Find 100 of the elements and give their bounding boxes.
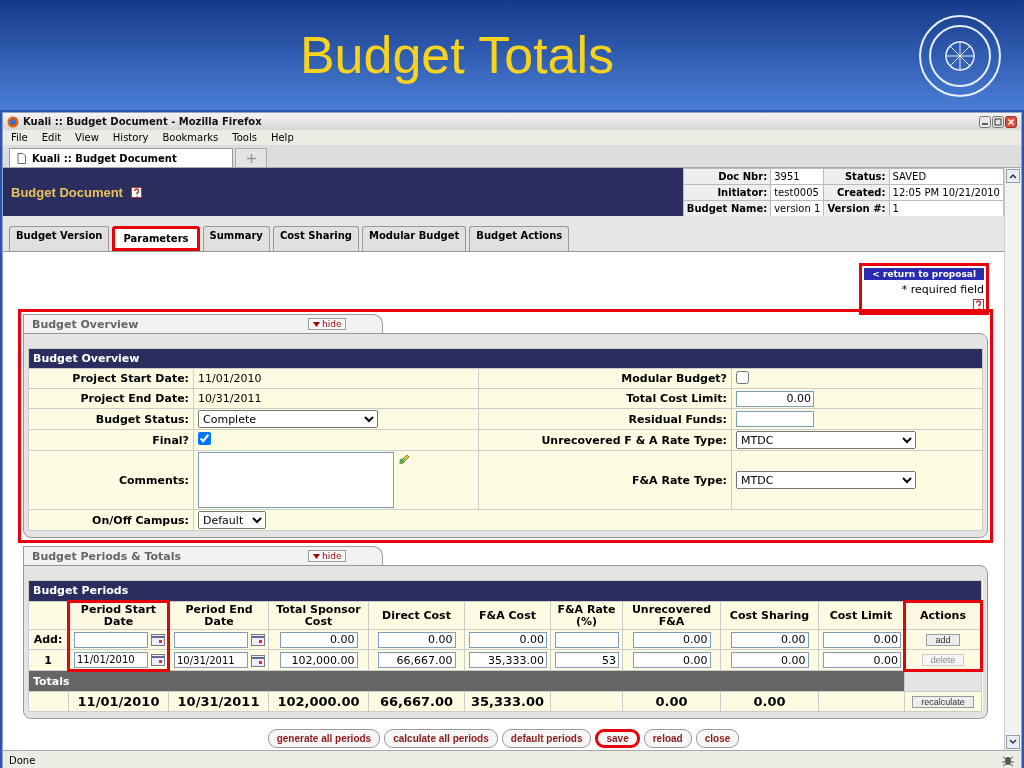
field-label: Unrecovered F & A Rate Type:	[478, 429, 732, 451]
field-label: Total Cost Limit:	[478, 388, 732, 409]
total-value: 102,000.00	[268, 691, 369, 712]
total-value: 66,667.00	[368, 691, 465, 712]
action-button[interactable]: default periods	[501, 729, 592, 749]
action-button[interactable]: generate all periods	[267, 729, 381, 749]
menu-item[interactable]: History	[112, 132, 149, 143]
calendar-icon[interactable]	[151, 634, 165, 647]
input-field[interactable]: 0.00	[730, 652, 809, 669]
recalculate-button[interactable]: recalculate	[912, 696, 974, 709]
field-label: On/Off Campus:	[28, 509, 194, 531]
total-value: 0.00	[622, 691, 721, 712]
scroll-down-icon[interactable]	[1006, 735, 1020, 749]
menu-item[interactable]: Edit	[41, 132, 62, 143]
hide-button[interactable]: hide	[308, 318, 347, 330]
dropdown[interactable]: MTDC	[736, 431, 916, 449]
input-field[interactable]: 0.00	[823, 631, 901, 648]
input-field[interactable]: 0.00	[469, 631, 547, 648]
document-title: Budget Document	[11, 184, 123, 200]
input-field[interactable]: 10/31/2011	[174, 652, 248, 669]
tab[interactable]: Budget Actions	[469, 226, 570, 251]
total-value: 35,333.00	[464, 691, 551, 712]
input-field[interactable]: 0.00	[632, 631, 711, 648]
action-button[interactable]: reload	[643, 729, 692, 749]
slide-title: Budget Totals	[299, 25, 615, 85]
info-label: Status:	[823, 168, 889, 185]
tab[interactable]: Budget Version	[9, 226, 110, 251]
column-header: F&A Rate (%)	[550, 601, 623, 630]
dropdown[interactable]: Default	[198, 511, 266, 529]
info-label: Doc Nbr:	[683, 168, 771, 185]
input-field[interactable]	[736, 411, 814, 427]
window-title: Kuali :: Budget Document - Mozilla Firefox	[23, 116, 263, 127]
help-icon[interactable]	[130, 186, 142, 198]
caret-icon	[313, 553, 320, 559]
menu-item[interactable]: Bookmarks	[162, 132, 219, 143]
tab[interactable]: Modular Budget	[362, 226, 467, 251]
menu-item[interactable]: View	[75, 132, 99, 143]
info-value: SAVED	[889, 168, 1004, 185]
table-header: Budget Periods	[28, 580, 982, 602]
calendar-icon[interactable]	[251, 654, 265, 667]
field-label: Project Start Date:	[28, 368, 194, 389]
tab[interactable]: Parameters	[112, 226, 200, 251]
total-value: 10/31/2011	[168, 691, 269, 712]
input-field[interactable]: 0.00	[279, 631, 358, 648]
input-field[interactable]: 66,667.00	[377, 652, 456, 669]
scroll-up-icon[interactable]	[1006, 169, 1020, 183]
input-field[interactable]: 0.00	[377, 631, 456, 648]
checkbox[interactable]	[198, 432, 211, 445]
pencil-icon[interactable]	[398, 452, 412, 464]
dropdown[interactable]: Complete	[198, 410, 378, 428]
input-field[interactable]	[74, 631, 148, 648]
column-header: Direct Cost	[368, 601, 465, 630]
input-field[interactable]: 0.00	[730, 631, 809, 648]
input-field[interactable]: 11/01/2010	[74, 651, 148, 668]
input-field[interactable]	[555, 631, 619, 648]
tab[interactable]: Cost Sharing	[272, 226, 360, 251]
table-header: Budget Overview	[28, 348, 983, 369]
info-value: 12:05 PM 10/21/2010	[889, 184, 1004, 201]
required-field-note: * required field	[901, 283, 984, 296]
help-icon[interactable]	[973, 299, 984, 310]
close-icon[interactable]	[1005, 115, 1017, 128]
input-field[interactable]: 53	[555, 652, 619, 669]
field-value: 11/01/2010	[193, 368, 479, 389]
checkbox[interactable]	[736, 370, 749, 384]
field-label: Final?	[28, 429, 194, 451]
input-field[interactable]	[174, 631, 248, 648]
input-field[interactable]: 0.00	[736, 390, 814, 407]
section-title: Budget Overview	[32, 317, 140, 331]
action-button[interactable]: close	[695, 729, 740, 749]
column-header: Period Start Date	[68, 601, 169, 630]
info-value: test0005	[770, 184, 824, 201]
tab[interactable]: Summary	[202, 226, 270, 251]
dropdown[interactable]: MTDC	[736, 471, 916, 489]
field-label: F&A Rate Type:	[478, 450, 732, 510]
field-label: Budget Status:	[28, 408, 194, 430]
minimize-icon[interactable]	[979, 115, 991, 128]
field-value: 10/31/2011	[193, 388, 479, 409]
input-field[interactable]: 102,000.00	[279, 652, 358, 669]
field-label: Residual Funds:	[478, 408, 732, 430]
input-field[interactable]: 0.00	[823, 652, 901, 669]
comments-field[interactable]	[198, 452, 394, 508]
return-link[interactable]: < return to proposal	[864, 268, 984, 280]
calendar-icon[interactable]	[151, 654, 165, 667]
scrollbar[interactable]	[1004, 168, 1021, 750]
maximize-icon[interactable]	[992, 115, 1004, 128]
column-header: Actions	[904, 601, 982, 630]
totals-header: Totals	[28, 670, 905, 692]
menu-item[interactable]: Tools	[232, 132, 257, 143]
input-field[interactable]: 0.00	[632, 652, 711, 669]
menu-item[interactable]: File	[11, 132, 28, 143]
column-header: Cost Sharing	[720, 601, 819, 630]
hide-button[interactable]: hide	[308, 550, 347, 562]
action-button[interactable]: save	[595, 729, 640, 749]
add-button[interactable]: add	[926, 634, 960, 647]
menu-item[interactable]: Help	[270, 132, 294, 143]
browser-tab[interactable]: Kuali :: Budget Document	[9, 148, 233, 167]
calendar-icon[interactable]	[251, 634, 265, 647]
field-label: Comments:	[28, 450, 194, 510]
action-button[interactable]: calculate all periods	[384, 729, 498, 749]
input-field[interactable]: 35,333.00	[469, 652, 547, 669]
